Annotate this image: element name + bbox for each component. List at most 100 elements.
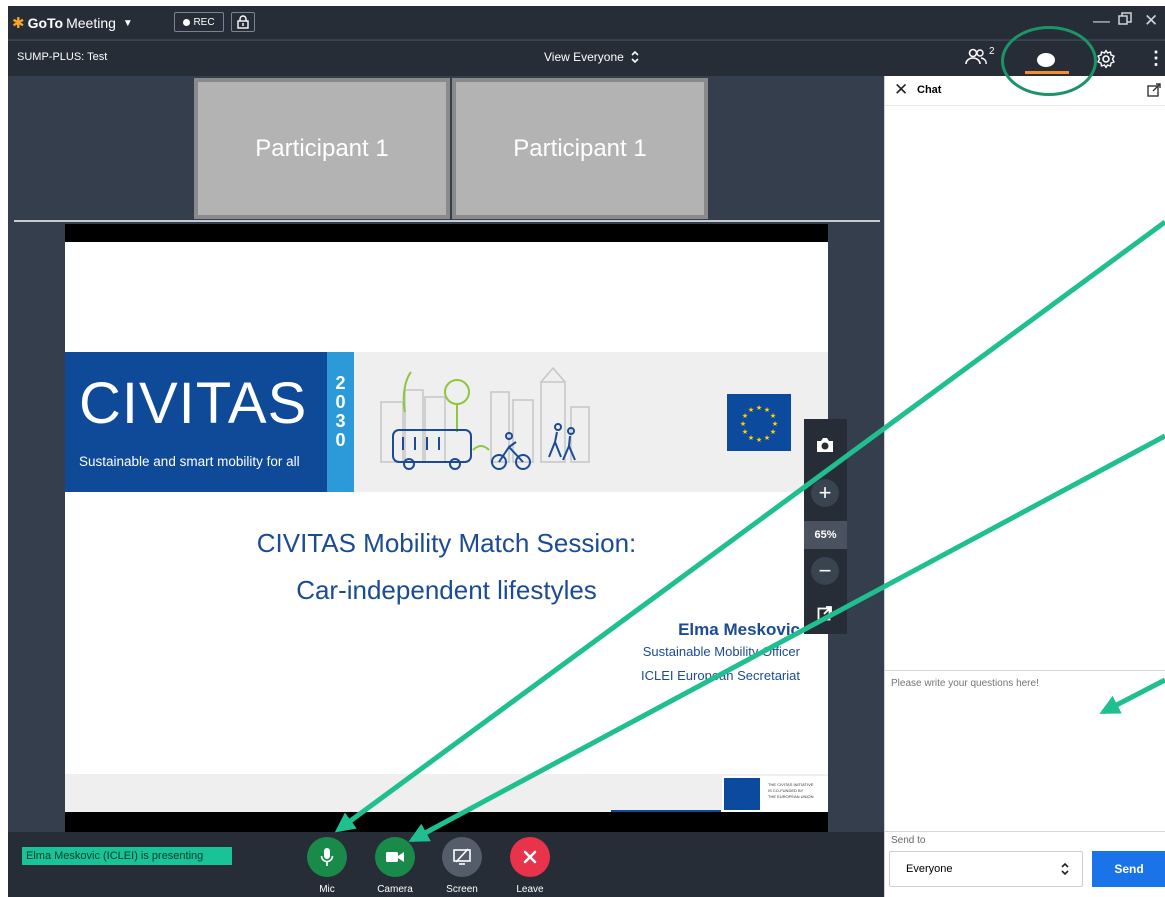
footer-line: THE EUROPEAN UNION [768,794,814,799]
meeting-window: ✱ GoTo Meeting ▼ REC — ✕ SUMP-PLUS: Test … [8,6,1165,897]
settings-button[interactable] [1096,49,1116,74]
footer-rule [611,810,721,812]
attendees-button[interactable]: 2 [965,46,995,66]
zoom-out-button[interactable]: − [811,557,839,585]
speaker-role: Sustainable Mobility Officer [642,644,800,659]
title-bar: ✱ GoTo Meeting ▼ REC — ✕ [8,6,1165,39]
chat-popout-button[interactable] [1147,83,1161,102]
screen-label: Screen [446,884,478,895]
lock-icon [237,15,249,29]
chat-panel: ✕ Chat Send to Everyone Send [884,76,1165,897]
close-icon[interactable]: ✕ [1144,11,1158,31]
zoom-panel: + 65% − [804,419,847,634]
record-button[interactable]: REC [174,12,224,32]
city-mobility-illustration [380,366,590,470]
meeting-controls-bar: Elma Meskovic (ICLEI) is presenting Mic … [8,832,884,897]
svg-text:★: ★ [770,412,776,420]
send-button[interactable]: Send [1092,851,1165,887]
camera-button[interactable]: Camera [371,837,419,895]
send-to-select[interactable]: Everyone [889,851,1083,887]
eu-cofunded-logo: THE CIVITAS INITIATIVE IS CO-FUNDED BY T… [722,776,828,812]
presenting-status: Elma Meskovic (ICLEI) is presenting [22,847,232,865]
slide-title-line2: Car-independent lifestyles [296,575,597,605]
slide-footer [65,774,828,812]
minimize-icon[interactable]: — [1093,11,1110,31]
camera-snapshot-icon [817,438,833,452]
chat-header: ✕ Chat [885,76,1165,106]
restore-icon[interactable] [1118,11,1132,31]
svg-text:★: ★ [764,434,770,442]
more-vertical-icon[interactable]: ⋮ [1147,49,1165,67]
civitas-tagline: Sustainable and smart mobility for all [79,454,300,469]
year-digit: 3 [335,411,346,431]
chat-message-input[interactable] [885,670,1165,832]
session-bar: SUMP-PLUS: Test View Everyone 2 ⋮ [8,40,1165,76]
chat-title: Chat [917,84,942,96]
footer-eu-flag [724,778,760,810]
send-label: Send [1114,862,1144,876]
participants-strip: Participant 1 Participant 1 [8,76,884,223]
svg-text:★: ★ [756,436,762,444]
session-title: SUMP-PLUS: Test [17,51,108,63]
snapshot-button[interactable] [811,431,839,459]
view-selector[interactable]: View Everyone [544,50,640,64]
lock-button[interactable] [231,12,255,32]
zoom-level: 65% [804,521,847,549]
mic-icon [320,848,334,866]
svg-text:★: ★ [742,428,748,436]
slide-title-line1: CIVITAS Mobility Match Session: [256,528,637,558]
participant-name: Participant 1 [513,134,647,162]
slide-banner: CIVITAS Sustainable and smart mobility f… [65,352,828,492]
view-label: View Everyone [544,50,624,64]
screen-button[interactable]: Screen [438,837,486,895]
year-digit: 0 [335,430,346,450]
participant-tile[interactable]: Participant 1 [452,78,708,219]
civitas-year: 2 0 3 0 [327,352,354,492]
shared-screen[interactable]: CIVITAS Sustainable and smart mobility f… [65,224,828,834]
app-menu[interactable]: ✱ GoTo Meeting ▼ [12,13,133,33]
zoom-in-button[interactable]: + [811,479,839,507]
participant-name: Participant 1 [255,134,389,162]
leave-label: Leave [516,884,544,895]
svg-text:★: ★ [748,434,754,442]
video-icon [386,852,404,862]
chat-tab[interactable] [1025,45,1069,74]
chevron-updown-icon [631,50,639,64]
svg-text:★: ★ [748,406,754,414]
svg-text:★: ★ [756,404,762,412]
popout-icon [1147,83,1161,97]
popout-button[interactable] [811,599,839,627]
leave-button[interactable]: Leave [506,837,554,895]
attendee-count: 2 [989,46,995,57]
screen-share-off-icon [453,848,471,865]
svg-text:★: ★ [770,428,776,436]
record-label: REC [193,16,215,28]
people-icon [965,48,987,65]
logo-prefix: GoTo [27,15,64,31]
gear-icon [1097,49,1115,69]
year-digit: 2 [335,373,346,393]
mic-label: Mic [319,884,335,895]
chat-tab-active-indicator [1025,71,1069,74]
record-dot-icon [183,18,191,26]
leave-x-icon [523,850,537,864]
mic-button[interactable]: Mic [303,837,351,895]
chevron-updown-icon [1061,862,1069,876]
speaker-org: ICLEI European Secretariat [641,668,800,683]
close-icon[interactable]: ✕ [894,81,908,99]
participant-tile[interactable]: Participant 1 [194,78,450,219]
eu-flag-logo: ★ ★ ★ ★ ★ ★ ★ ★ ★ ★ ★ ★ [727,394,791,451]
send-to-label: Send to [891,835,926,846]
camera-label: Camera [377,884,413,895]
chat-bubble-icon [1037,53,1055,67]
svg-text:★: ★ [772,420,778,428]
svg-text:★: ★ [740,420,746,428]
speaker-name: Elma Meskovic [678,620,800,639]
footer-cofunded-text: THE CIVITAS INITIATIVE IS CO-FUNDED BY T… [768,782,814,800]
chat-message-list[interactable] [885,107,1165,670]
year-digit: 0 [335,392,346,412]
gotomeeting-logo-icon: ✱ [12,14,25,32]
caret-down-icon: ▼ [122,17,133,29]
strip-divider [14,220,880,222]
civitas-logo: CIVITAS Sustainable and smart mobility f… [65,352,327,492]
